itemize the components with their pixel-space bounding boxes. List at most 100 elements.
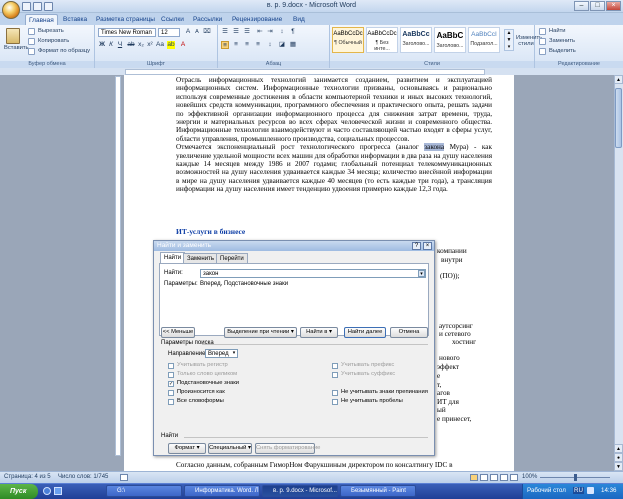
superscript-icon[interactable]: x² <box>146 41 154 49</box>
full-screen-icon[interactable] <box>480 474 488 481</box>
print-layout-icon[interactable] <box>470 474 478 481</box>
tab-goto[interactable]: Перейти <box>216 253 248 263</box>
whole-word-checkbox[interactable] <box>168 372 174 378</box>
special-button[interactable]: Специальный ▾ <box>208 443 252 454</box>
dialog-close-button[interactable]: × <box>423 242 432 250</box>
page-count[interactable]: Страница: 4 из 5 <box>4 474 51 480</box>
match-suffix-checkbox[interactable] <box>332 372 338 378</box>
zoom-level[interactable]: 100% <box>522 474 537 480</box>
prev-page-icon[interactable]: ▲ <box>614 444 623 453</box>
format-button[interactable]: Формат ▾ <box>168 443 206 454</box>
font-size-combo[interactable]: 12 <box>158 28 180 37</box>
shading-icon[interactable]: ◪ <box>278 41 286 49</box>
tab-insert[interactable]: Вставка <box>60 14 90 25</box>
web-layout-icon[interactable] <box>490 474 498 481</box>
align-right-icon[interactable]: ≡ <box>243 41 251 49</box>
match-prefix-checkbox[interactable] <box>332 363 338 369</box>
proofing-icon[interactable] <box>120 474 128 481</box>
match-case-checkbox[interactable] <box>168 363 174 369</box>
grow-font-icon[interactable]: A <box>184 28 192 36</box>
find-input[interactable]: закон <box>200 269 426 278</box>
cancel-button[interactable]: Отмена <box>390 327 428 338</box>
style-normal[interactable]: AaBbCcDc ¶ Обычный <box>332 27 364 53</box>
all-word-forms-checkbox[interactable] <box>168 399 174 405</box>
close-button[interactable]: × <box>606 1 621 11</box>
tab-view[interactable]: Вид <box>290 14 308 25</box>
numbering-icon[interactable]: ☰ <box>232 28 240 36</box>
shrink-font-icon[interactable]: A <box>193 28 201 36</box>
taskbar-item[interactable]: Безымянный - Paint <box>340 485 416 497</box>
find-in-button[interactable]: Найти в ▾ <box>300 327 338 338</box>
style-no-spacing[interactable]: AaBbCcDc ¶ Без инте... <box>366 27 398 53</box>
tab-find[interactable]: Найти <box>160 252 186 263</box>
vertical-ruler[interactable] <box>115 76 121 456</box>
next-page-icon[interactable]: ▼ <box>614 462 623 471</box>
italic-icon[interactable]: К <box>107 41 115 49</box>
clear-formatting-button[interactable]: Снять форматирование <box>255 443 320 454</box>
maximize-button[interactable]: □ <box>590 1 605 11</box>
find-dropdown-icon[interactable]: ▾ <box>418 270 425 277</box>
decrease-indent-icon[interactable]: ⇤ <box>256 28 264 36</box>
multilevel-list-icon[interactable]: ☰ <box>243 28 251 36</box>
paste-icon[interactable] <box>6 28 20 44</box>
strikethrough-icon[interactable]: ab <box>127 41 135 49</box>
underline-icon[interactable]: Ч <box>116 41 124 49</box>
volume-icon[interactable] <box>587 487 594 494</box>
quicklaunch-desktop-icon[interactable] <box>54 487 62 495</box>
quicklaunch-ie-icon[interactable] <box>43 487 51 495</box>
align-center-icon[interactable]: ≡ <box>232 41 240 49</box>
sort-icon[interactable]: ↕ <box>278 28 286 36</box>
word-count[interactable]: Число слов: 1/745 <box>58 474 108 480</box>
draft-icon[interactable] <box>510 474 518 481</box>
tab-review[interactable]: Рецензирование <box>229 14 285 25</box>
styles-scroll-icon[interactable]: ▲ ▼ ▾ <box>504 29 514 51</box>
clock[interactable]: 14:36 <box>601 487 616 494</box>
document-text[interactable]: Отрасль информационных технологий занима… <box>176 76 492 194</box>
style-subtitle[interactable]: AaBbCcI Подзагол... <box>468 27 500 53</box>
help-button[interactable]: ? <box>412 242 421 250</box>
scroll-up-icon[interactable]: ▲ <box>614 75 623 84</box>
justify-icon[interactable]: ≡ <box>254 41 262 49</box>
zoom-slider-thumb[interactable] <box>574 474 577 481</box>
minimize-button[interactable]: – <box>574 1 589 11</box>
taskbar-item-active[interactable]: в. р. 9.docx - Microsof... <box>262 485 338 497</box>
show-marks-icon[interactable]: ¶ <box>289 28 297 36</box>
bold-icon[interactable]: Ж <box>98 41 106 49</box>
wildcards-checkbox[interactable]: ✓ <box>168 381 174 387</box>
change-styles-button[interactable]: Изменить стили <box>516 35 542 47</box>
scrollbar-thumb[interactable] <box>615 88 622 148</box>
tab-mailings[interactable]: Рассылки <box>190 14 225 25</box>
change-case-icon[interactable]: Aa <box>156 41 164 49</box>
style-heading2[interactable]: AaBbC Заголово... <box>434 27 466 53</box>
cut-button[interactable]: Вырезать <box>38 28 64 34</box>
ignore-punctuation-checkbox[interactable] <box>332 390 338 396</box>
less-button[interactable]: << Меньше <box>161 327 195 338</box>
replace-button[interactable]: Заменить <box>549 38 575 44</box>
tab-page-layout[interactable]: Разметка страницы <box>93 14 158 25</box>
tab-replace[interactable]: Заменить <box>183 253 218 263</box>
reading-highlight-button[interactable]: Выделение при чтении ▾ <box>224 327 297 338</box>
language-indicator[interactable]: RU <box>573 487 584 494</box>
ignore-spaces-checkbox[interactable] <box>332 399 338 405</box>
subscript-icon[interactable]: x₂ <box>137 41 145 49</box>
tab-home[interactable]: Главная <box>25 14 58 25</box>
bullets-icon[interactable]: ☰ <box>221 28 229 36</box>
line-spacing-icon[interactable]: ↕ <box>266 41 274 49</box>
tab-references[interactable]: Ссылки <box>158 14 187 25</box>
find-next-button[interactable]: Найти далее <box>344 327 386 338</box>
format-painter-button[interactable]: Формат по образцу <box>38 48 90 54</box>
font-name-combo[interactable]: Times New Roman <box>98 28 156 37</box>
highlight-icon[interactable]: ab <box>167 41 175 49</box>
style-heading1[interactable]: AaBbCc Заголово... <box>400 27 432 53</box>
start-button[interactable]: Пуск <box>0 484 38 499</box>
sounds-like-checkbox[interactable] <box>168 390 174 396</box>
paste-button[interactable]: Вставить <box>4 45 29 51</box>
horizontal-ruler[interactable] <box>125 69 485 75</box>
office-button[interactable] <box>2 1 20 19</box>
align-left-icon[interactable]: ≡ <box>221 41 229 49</box>
select-button[interactable]: Выделить <box>549 48 576 54</box>
taskbar-item[interactable]: Информатика. Word. Л... <box>184 485 260 497</box>
desktop-toolbar[interactable]: Рабочий стол <box>527 487 566 494</box>
increase-indent-icon[interactable]: ⇥ <box>266 28 274 36</box>
borders-icon[interactable]: ▦ <box>289 41 297 49</box>
